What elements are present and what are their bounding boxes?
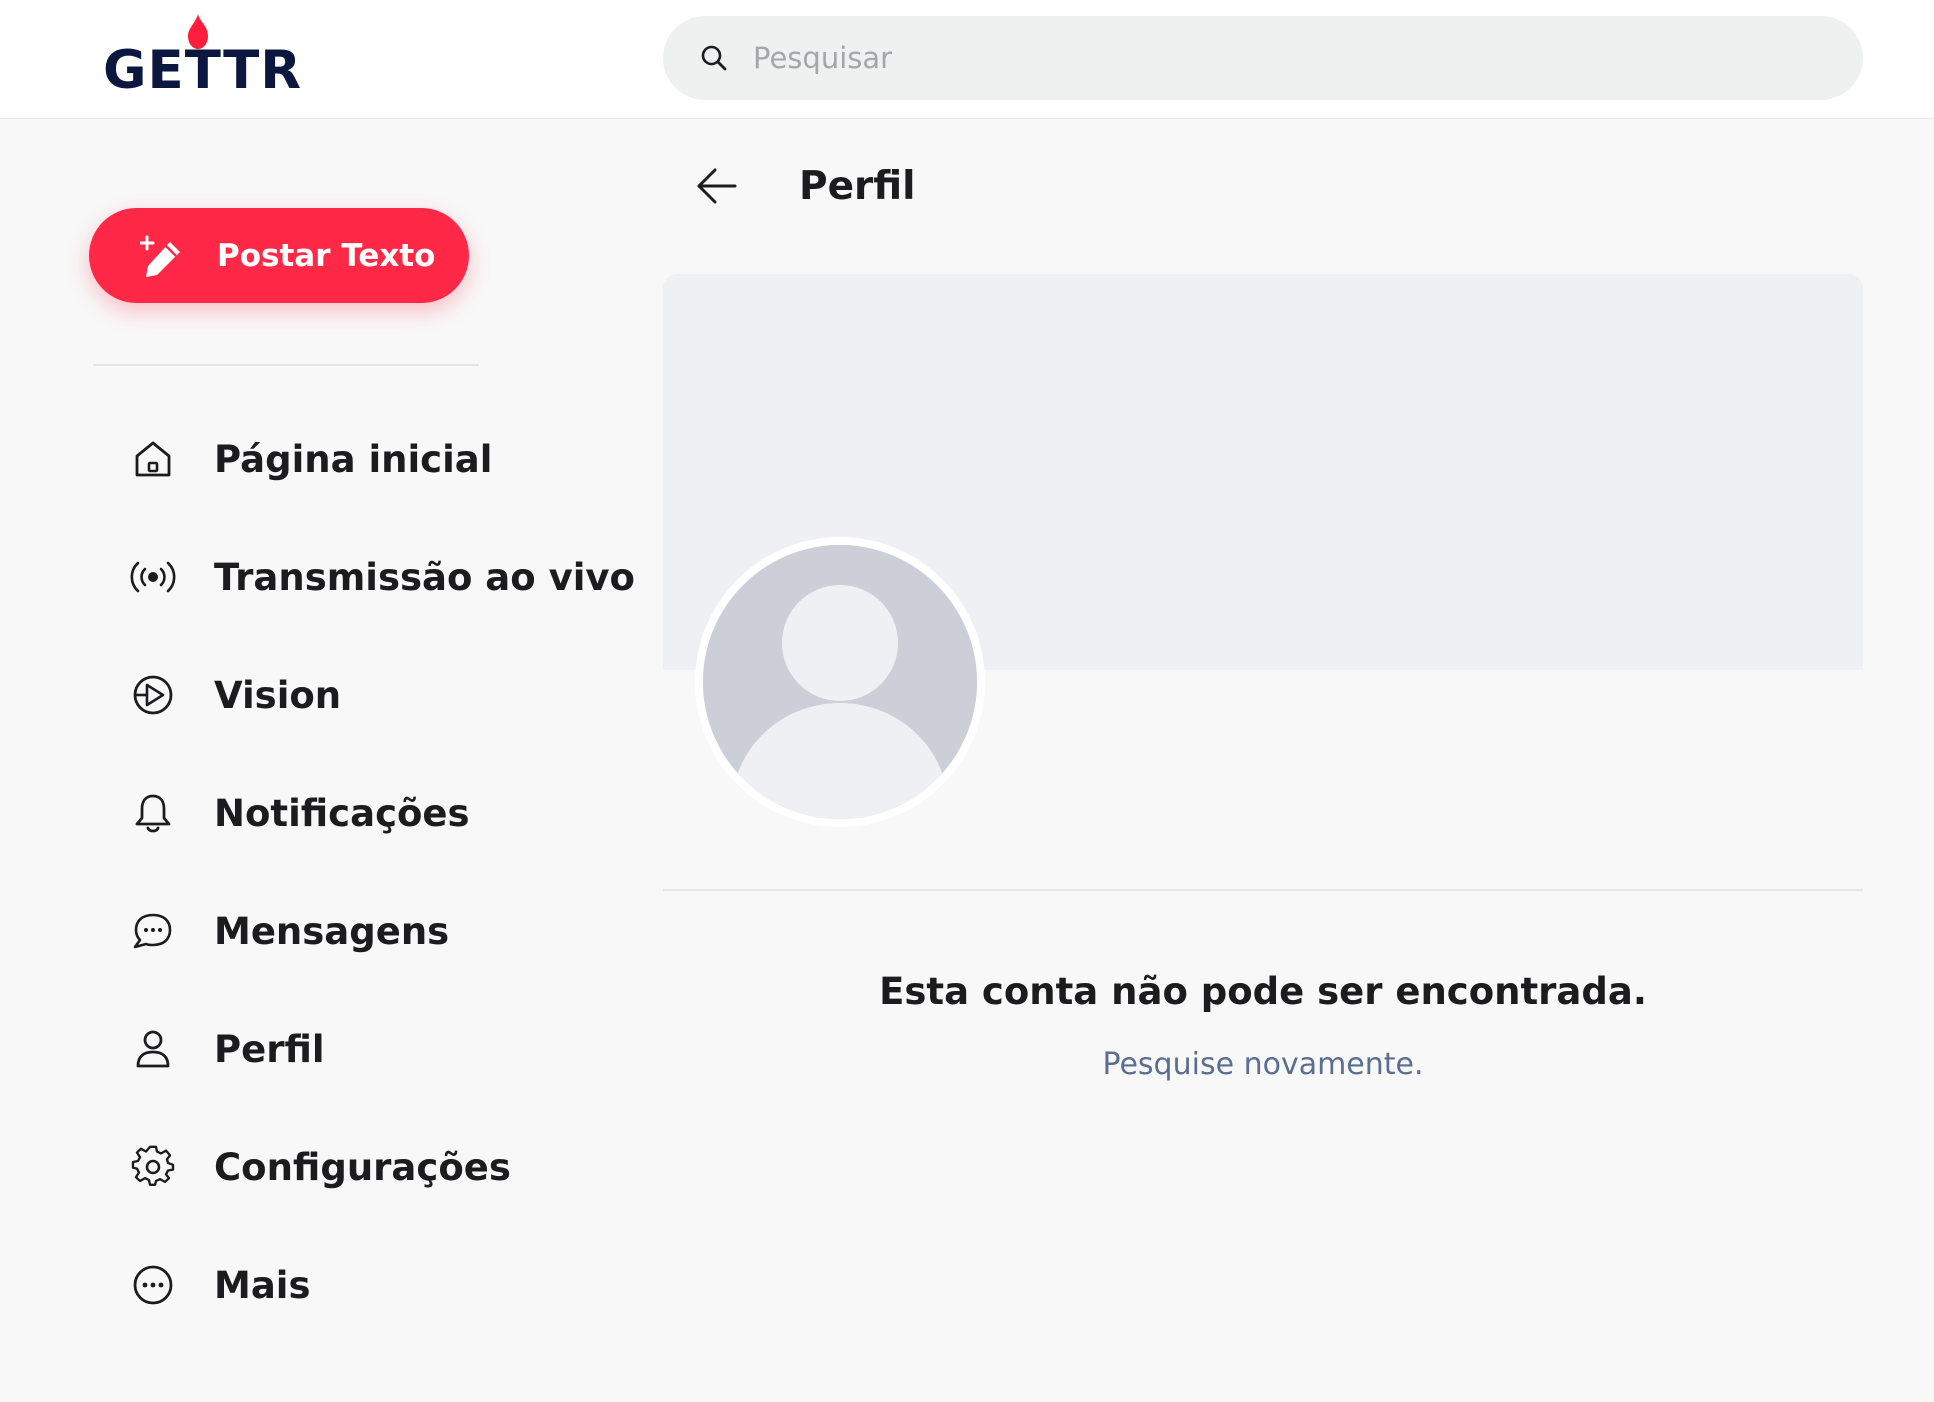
search-bar[interactable] [663, 16, 1863, 100]
sidebar-item-vision[interactable]: Vision [128, 636, 648, 754]
sidebar-item-messages[interactable]: Mensagens [128, 872, 648, 990]
sidebar-item-settings[interactable]: Configurações [128, 1108, 648, 1226]
magic-pencil-icon [139, 233, 185, 279]
sidebar-item-label: Transmissão ao vivo [214, 555, 635, 599]
home-icon [128, 434, 178, 484]
bell-icon [128, 788, 178, 838]
search-again-link[interactable]: Pesquise novamente. [1102, 1047, 1423, 1082]
sidebar-item-live[interactable]: Transmissão ao vivo [128, 518, 648, 636]
default-avatar-icon [703, 545, 977, 819]
sidebar-item-home[interactable]: Página inicial [128, 400, 648, 518]
page-title: Perfil [799, 163, 916, 209]
vision-play-icon [128, 670, 178, 720]
post-text-button[interactable]: Postar Texto [89, 208, 469, 303]
search-input[interactable] [751, 40, 1751, 76]
arrow-left-icon[interactable] [687, 156, 747, 216]
search-again-link-container: Pesquise novamente. [663, 1047, 1863, 1082]
more-dots-icon [128, 1260, 178, 1310]
top-bar: GETTR [0, 0, 1934, 119]
content-divider [663, 889, 1863, 891]
main-header: Perfil [663, 150, 1863, 222]
sidebar-item-label: Vision [214, 673, 342, 717]
sidebar-item-label: Página inicial [214, 437, 493, 481]
live-broadcast-icon [128, 552, 178, 602]
gettr-logo[interactable]: GETTR [103, 14, 303, 104]
gear-icon [128, 1142, 178, 1192]
sidebar-item-label: Notificações [214, 791, 470, 835]
sidebar-item-label: Configurações [214, 1145, 511, 1189]
sidebar-item-label: Mais [214, 1263, 311, 1307]
avatar [695, 537, 985, 827]
sidebar-item-label: Mensagens [214, 909, 450, 953]
logo-text: GETTR [103, 40, 303, 101]
sidebar-divider [93, 364, 479, 366]
sidebar-item-label: Perfil [214, 1027, 325, 1071]
search-icon [699, 43, 729, 73]
sidebar-item-profile[interactable]: Perfil [128, 990, 648, 1108]
chat-bubbles-icon [128, 906, 178, 956]
user-icon [128, 1024, 178, 1074]
sidebar-item-more[interactable]: Mais [128, 1226, 648, 1344]
sidebar-item-notifications[interactable]: Notificações [128, 754, 648, 872]
sidebar-nav: Página inicial Transmissão ao vivo Visio… [128, 400, 648, 1344]
account-not-found-message: Esta conta não pode ser encontrada. [879, 970, 1647, 1013]
post-text-label: Postar Texto [217, 237, 436, 274]
